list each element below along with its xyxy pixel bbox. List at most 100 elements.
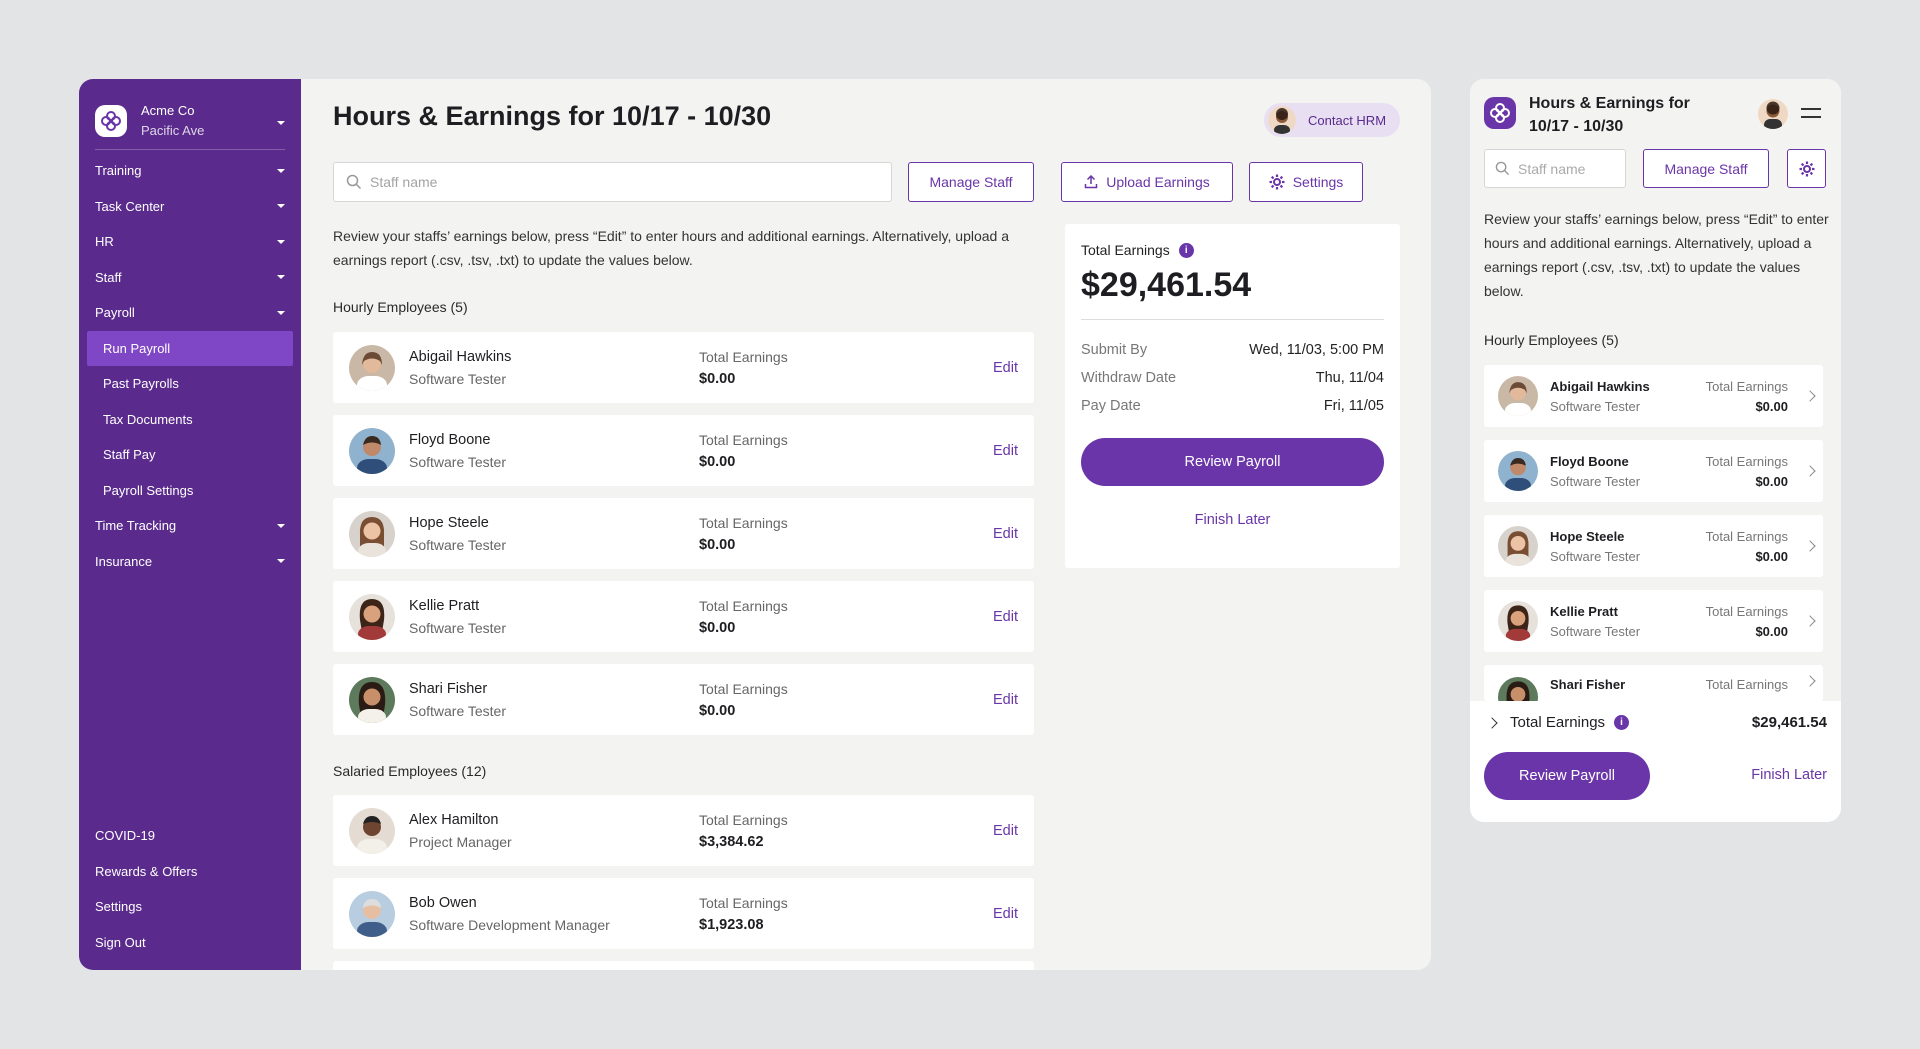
hamburger-menu-icon[interactable] [1801, 108, 1821, 124]
earnings-label: Total Earnings [699, 597, 788, 614]
sidebar-item-past-payrolls[interactable]: Past Payrolls [79, 366, 301, 402]
info-icon[interactable]: i [1614, 715, 1630, 730]
sidebar-item-settings[interactable]: Settings [79, 889, 301, 925]
total-earnings-label: Total Earnings [1081, 242, 1170, 258]
total-earnings-value: $29,461.54 [1751, 714, 1827, 731]
company-logo-icon [1484, 97, 1516, 129]
sidebar-item-staff-pay[interactable]: Staff Pay [79, 437, 301, 473]
edit-link[interactable]: Edit [993, 692, 1018, 708]
sidebar-item-staff[interactable]: Staff [79, 260, 301, 296]
hrm-avatar [1268, 106, 1296, 134]
employee-row: Bob Owen Software Development Manager Tot… [333, 878, 1034, 949]
contact-hrm-button[interactable]: Contact HRM [1264, 103, 1400, 137]
sidebar-item-sign-out[interactable]: Sign Out [79, 925, 301, 961]
avatar [349, 593, 395, 640]
list-item[interactable]: Kellie Pratt Software Tester Total Earnin… [1484, 590, 1823, 652]
employee-role: Software Tester [409, 453, 507, 470]
employee-role: Software Tester [409, 619, 507, 636]
employee-name: Shari Fisher [409, 680, 488, 697]
review-payroll-button[interactable]: Review Payroll [1484, 752, 1650, 800]
manage-staff-button[interactable]: Manage Staff [1643, 149, 1769, 188]
edit-link[interactable]: Edit [993, 609, 1018, 625]
employee-name: Abigail Hawkins [409, 348, 512, 365]
employee-name: Abigail Hawkins [1550, 378, 1650, 394]
avatar [1498, 376, 1538, 416]
employee-row: Kellie Pratt Software Tester Total Earnin… [333, 581, 1034, 652]
sidebar-item-payroll-settings[interactable]: Payroll Settings [79, 473, 301, 509]
sidebar-item-insurance[interactable]: Insurance [79, 544, 301, 580]
sidebar-item-payroll[interactable]: Payroll [79, 295, 301, 331]
chevron-down-icon [277, 559, 285, 564]
review-payroll-button[interactable]: Review Payroll [1081, 438, 1384, 486]
company-location: Pacific Ave [141, 123, 205, 138]
search-input[interactable] [370, 174, 870, 190]
upload-earnings-button[interactable]: Upload Earnings [1061, 162, 1233, 202]
hourly-employees-label: Hourly Employees (5) [333, 299, 468, 315]
mobile-staff-search[interactable]: Staff name [1484, 149, 1626, 188]
gear-icon [1269, 174, 1285, 190]
employee-row: Hope Steele Software Tester Total Earning… [333, 498, 1034, 569]
total-earnings-value: $29,461.54 [1081, 266, 1252, 304]
sidebar-item-time-tracking[interactable]: Time Tracking [79, 508, 301, 544]
earnings-label: Total Earnings [699, 680, 788, 697]
edit-link[interactable]: Edit [993, 360, 1018, 376]
sidebar-nav: Training Task Center HR Staff Payroll Ru… [79, 153, 301, 579]
employee-row: Shari Fisher Software Tester Total Earnin… [333, 664, 1034, 735]
sidebar-bottom-nav: COVID-19 Rewards & Offers Settings Sign … [79, 818, 301, 960]
company-switcher[interactable]: Acme Co Pacific Ave [95, 95, 285, 147]
list-item[interactable]: Abigail Hawkins Software Tester Total Ear… [1484, 365, 1823, 427]
chevron-down-icon [277, 168, 285, 173]
gear-icon [1799, 161, 1814, 176]
edit-link[interactable]: Edit [993, 906, 1018, 922]
avatar [349, 807, 395, 854]
settings-button[interactable] [1787, 149, 1826, 188]
employee-name: Alex Hamilton [409, 811, 499, 828]
manage-staff-button[interactable]: Manage Staff [908, 162, 1034, 202]
edit-link[interactable]: Edit [993, 443, 1018, 459]
total-earnings-toggle[interactable]: Total Earnings i $29,461.54 [1484, 714, 1827, 731]
employee-name: Kellie Pratt [1550, 603, 1618, 619]
earnings-value: $0.00 [1755, 398, 1788, 414]
earnings-value: $0.00 [699, 702, 736, 719]
instructions-text: Review your staffs’ earnings below, pres… [333, 228, 1010, 268]
sidebar-item-covid[interactable]: COVID-19 [79, 818, 301, 854]
instructions-text: Review your staffs’ earnings below, pres… [1484, 211, 1829, 299]
staff-search[interactable] [333, 162, 892, 202]
finish-later-link[interactable]: Finish Later [1081, 512, 1384, 528]
chevron-right-icon [1804, 465, 1816, 477]
employee-name: Kellie Pratt [409, 597, 480, 614]
edit-link[interactable]: Edit [993, 823, 1018, 839]
sidebar-item-hr[interactable]: HR [79, 224, 301, 260]
upload-icon [1084, 175, 1098, 189]
avatar [1498, 601, 1538, 641]
employee-name: Bob Owen [409, 894, 477, 911]
earnings-label: Total Earnings [699, 514, 788, 531]
mobile-page-title: Hours & Earnings for 10/17 - 10/30 [1529, 95, 1690, 135]
employee-name: Floyd Boone [409, 431, 491, 448]
sidebar-item-task-center[interactable]: Task Center [79, 189, 301, 225]
employee-role: Software Tester [1550, 548, 1641, 564]
mobile-app: Hours & Earnings for 10/17 - 10/30 Staff… [1470, 79, 1841, 822]
finish-later-link[interactable]: Finish Later [1751, 767, 1827, 783]
employee-role: Software Tester [1550, 623, 1641, 639]
list-item[interactable]: Floyd Boone Software Tester Total Earning… [1484, 440, 1823, 502]
sidebar-item-training[interactable]: Training [79, 153, 301, 189]
sidebar-item-rewards[interactable]: Rewards & Offers [79, 854, 301, 890]
list-item[interactable]: Shari Fisher Total Earnings [1484, 665, 1823, 701]
avatar[interactable] [1758, 99, 1788, 129]
info-icon[interactable]: i [1178, 242, 1194, 258]
employee-row: Floyd Boone Software Tester Total Earning… [333, 415, 1034, 486]
list-item[interactable]: Hope Steele Software Tester Total Earning… [1484, 515, 1823, 577]
earnings-value: $0.00 [1755, 548, 1788, 564]
total-earnings-label: Total Earnings [1510, 714, 1606, 731]
chevron-down-icon [277, 204, 285, 209]
sidebar-item-tax-documents[interactable]: Tax Documents [79, 402, 301, 438]
avatar [349, 510, 395, 557]
sidebar-item-run-payroll[interactable]: Run Payroll [87, 330, 293, 366]
page-title: Hours & Earnings for 10/17 - 10/30 [333, 101, 772, 131]
edit-link[interactable]: Edit [993, 526, 1018, 542]
employee-role: Software Tester [409, 702, 507, 719]
earnings-label: Total Earnings [699, 348, 788, 365]
settings-button[interactable]: Settings [1249, 162, 1363, 202]
earnings-value: $1,923.08 [699, 916, 764, 933]
